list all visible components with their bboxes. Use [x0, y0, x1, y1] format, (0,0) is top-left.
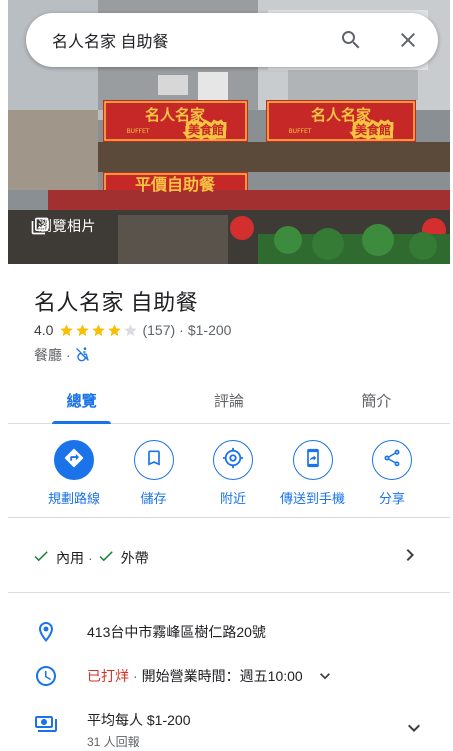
price-level: $1-200	[187, 322, 232, 338]
clock-icon	[34, 664, 58, 688]
hours-separator: ·	[133, 668, 138, 684]
search-box[interactable]: 名人名家 自助餐	[26, 13, 438, 67]
service-separator: ·	[88, 549, 93, 566]
hours-row[interactable]: 已打烊 · 開始營業時間：週五10:00	[34, 664, 434, 688]
send-to-phone-button[interactable]: 傳送到手機	[277, 440, 349, 507]
search-icon[interactable]	[339, 28, 363, 52]
sign-left-title: 名人名家	[145, 106, 205, 124]
share-button[interactable]: 分享	[356, 440, 428, 507]
bookmark-icon	[144, 448, 164, 473]
sign-banner: 平價自助餐	[135, 175, 216, 194]
sign-left-buffet: BUFFET	[127, 128, 150, 135]
sign-left-sub: 美食館	[188, 122, 224, 137]
place-tabs: 總覽 評論 簡介	[8, 378, 450, 424]
view-photos-button[interactable]: 瀏覽相片	[30, 216, 96, 236]
send-to-phone-label: 傳送到手機	[279, 491, 345, 506]
place-name: 名人名家 自助餐	[34, 290, 199, 315]
price-reports: 31 人回報	[87, 735, 140, 749]
directions-label: 規劃路線	[47, 491, 100, 506]
chevron-right-icon[interactable]	[398, 543, 422, 570]
open-status: 已打烊	[87, 668, 129, 684]
divider	[8, 517, 450, 518]
chevron-down-icon[interactable]	[402, 716, 426, 740]
star-filled-icon	[75, 323, 90, 338]
divider	[8, 592, 450, 593]
close-icon[interactable]	[396, 28, 420, 52]
directions-button[interactable]: 規劃路線	[38, 440, 110, 507]
tab-reviews[interactable]: 評論	[155, 378, 302, 423]
save-button[interactable]: 儲存	[118, 440, 190, 507]
share-icon	[382, 448, 402, 473]
nearby-label: 附近	[219, 491, 246, 506]
rating-value: 4.0	[34, 322, 54, 338]
check-icon	[32, 547, 50, 568]
tab-about[interactable]: 簡介	[303, 378, 450, 423]
price-text-group: 平均每人 $1-200 31 人回報	[87, 710, 190, 750]
price-separator: ·	[179, 322, 184, 338]
tab-overview[interactable]: 總覽	[8, 378, 155, 424]
share-label: 分享	[378, 491, 405, 506]
takeout-label: 外帶	[120, 549, 149, 566]
category-separator: ·	[66, 347, 71, 363]
address-row[interactable]: 413台中市霧峰區樹仁路20號	[34, 620, 434, 644]
category-row: 餐廳 ·	[34, 345, 91, 365]
review-count[interactable]: (157)	[142, 322, 175, 338]
money-icon	[34, 712, 58, 736]
star-empty-icon	[123, 323, 138, 338]
nearby-button[interactable]: 附近	[197, 440, 269, 507]
send-to-phone-icon	[303, 448, 323, 473]
price-row[interactable]: 平均每人 $1-200 31 人回報	[34, 710, 434, 750]
sign-right-sub: 美食館	[355, 122, 391, 137]
rating-row: 4.0 (157) · $1-200	[34, 322, 231, 338]
search-query[interactable]: 名人名家 自助餐	[52, 28, 168, 52]
check-icon	[97, 547, 115, 568]
address-text: 413台中市霧峰區樹仁路20號	[87, 624, 266, 640]
price-per-person: 平均每人 $1-200	[87, 712, 191, 728]
sign-right-title: 名人名家	[311, 106, 371, 124]
directions-icon	[63, 447, 85, 474]
category-label[interactable]: 餐廳	[34, 345, 62, 365]
not-wheelchair-accessible-icon	[75, 346, 91, 365]
rating-stars	[59, 323, 138, 338]
dine-in-label: 內用	[56, 549, 84, 566]
nearby-icon	[222, 447, 244, 474]
action-bar: 規劃路線 儲存 附近 傳送到手機 分享	[8, 440, 450, 507]
hours-text: 開始營業時間：週五10:00	[141, 668, 303, 684]
star-filled-icon	[59, 323, 74, 338]
service-options-row[interactable]: 內用 · 外帶	[32, 547, 432, 568]
location-pin-icon	[34, 620, 58, 644]
chevron-down-icon[interactable]	[315, 666, 335, 686]
sign-right-buffet: BUFFET	[289, 128, 312, 135]
star-filled-icon	[91, 323, 106, 338]
save-label: 儲存	[140, 491, 167, 506]
star-filled-icon	[107, 323, 122, 338]
